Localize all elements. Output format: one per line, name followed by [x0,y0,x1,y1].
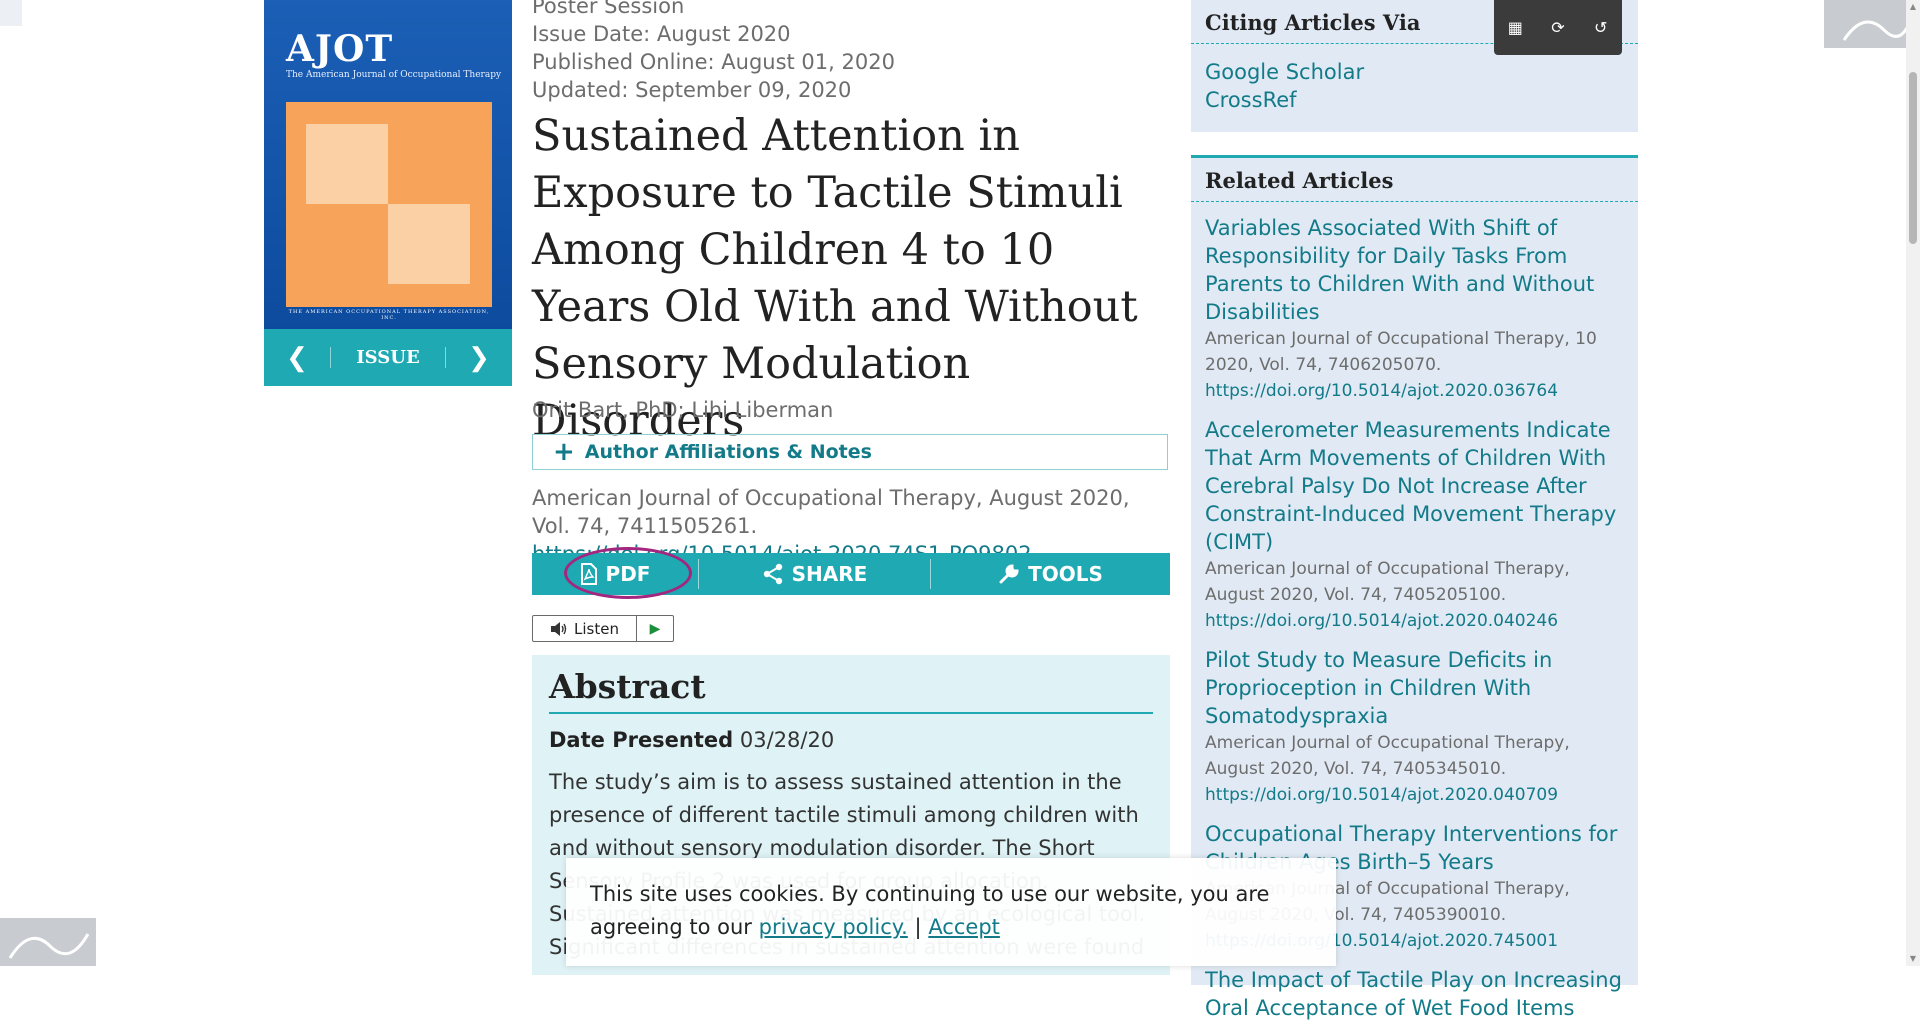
related-article-doi[interactable]: https://doi.org/10.5014/ajot.2020.040709 [1205,782,1624,808]
floating-media-toolbar: ▦ ⟳ ↺ [1494,0,1622,55]
speaker-icon [551,621,567,636]
cover-subtitle: The American Journal of Occupational The… [286,70,502,80]
issue-cover-column: AJOT The American Journal of Occupationa… [264,0,512,386]
related-article-doi[interactable]: https://doi.org/10.5014/ajot.2020.040246 [1205,608,1624,634]
listen-widget[interactable]: Listen ▶ [532,615,674,642]
author-affiliations-toggle[interactable]: + Author Affiliations & Notes [532,434,1168,470]
related-article-title[interactable]: Pilot Study to Measure Deficits in Propr… [1205,646,1624,730]
tools-label: TOOLS [1028,562,1103,586]
date-presented-value: 03/28/20 [739,728,835,752]
next-issue-button[interactable]: ❯ [446,343,512,373]
accept-cookies-link[interactable]: Accept [928,915,1000,939]
color-picker-icon[interactable]: ▦ [1503,18,1527,37]
related-article-meta: American Journal of Occupational Therapy… [1205,329,1597,375]
related-article-meta: American Journal of Occupational Therapy… [1205,733,1570,779]
affiliations-label: Author Affiliations & Notes [584,441,872,463]
published-date: Published Online: August 01, 2020 [532,50,895,74]
pdf-file-icon [580,563,597,585]
share-button[interactable]: SHARE [699,553,930,595]
cookie-separator: | [914,915,922,939]
plus-icon: + [553,437,575,467]
related-article-meta: American Journal of Occupational Therapy… [1205,559,1570,605]
pdf-label: PDF [605,562,651,586]
crossref-link[interactable]: CrossRef [1205,86,1624,114]
author-list: Orit Bart, PhD; Lihi Liberman [532,398,833,422]
issue-date: Issue Date: August 2020 [532,22,791,46]
date-presented: Date Presented 03/28/20 [549,728,1153,752]
google-scholar-link[interactable]: Google Scholar [1205,58,1624,86]
cover-footer: THE AMERICAN OCCUPATIONAL THERAPY ASSOCI… [288,309,490,321]
cover-logo: AJOT [286,28,394,70]
related-article-title[interactable]: Variables Associated With Shift of Respo… [1205,214,1624,326]
tools-button[interactable]: TOOLS [931,553,1170,595]
cover-square-top [306,124,388,204]
citation-text: American Journal of Occupational Therapy… [532,486,1130,538]
pdf-button[interactable]: PDF [532,547,698,599]
privacy-policy-link[interactable]: privacy policy. [759,915,908,939]
cover-square-bottom [388,204,470,284]
scroll-down-icon[interactable]: ▼ [1906,952,1920,966]
article-toolbar: PDF SHARE TOOLS [532,547,1170,599]
page-scrollbar[interactable]: ▲ ▼ [1906,0,1920,966]
corner-decoration-icon [0,918,96,966]
related-article-item: The Impact of Tactile Play on Increasing… [1191,966,1638,1022]
journal-cover-image[interactable]: AJOT The American Journal of Occupationa… [264,0,512,329]
updated-date: Updated: September 09, 2020 [532,78,852,102]
abstract-heading: Abstract [549,667,1153,714]
cover-artwork [286,102,492,307]
cookie-banner: This site uses cookies. By continuing to… [566,858,1336,966]
author-link[interactable]: Orit Bart, PhD [532,398,678,422]
scrollbar-thumb[interactable] [1909,72,1917,244]
share-label: SHARE [791,562,868,586]
listen-button[interactable]: Listen [533,616,637,641]
wrench-icon [999,564,1019,584]
scroll-up-icon[interactable]: ▲ [1906,0,1920,14]
related-article-item: Accelerometer Measurements Indicate That… [1191,416,1638,634]
session-type: Poster Session [532,0,685,18]
prev-issue-button[interactable]: ❮ [264,343,330,373]
corner-thumbnail [0,0,22,26]
date-presented-label: Date Presented [549,728,734,752]
related-article-item: Variables Associated With Shift of Respo… [1191,214,1638,404]
related-article-item: Pilot Study to Measure Deficits in Propr… [1191,646,1638,808]
related-heading: Related Articles [1191,158,1638,202]
rotate-icon[interactable]: ↺ [1589,18,1613,37]
author-link[interactable]: Lihi Liberman [691,398,833,422]
refresh-icon[interactable]: ⟳ [1546,18,1570,37]
share-icon [763,563,782,585]
issue-navigation: ❮ ISSUE ❯ [264,329,512,386]
listen-label: Listen [574,619,619,638]
related-article-title[interactable]: The Impact of Tactile Play on Increasing… [1205,966,1624,1022]
play-icon[interactable]: ▶ [637,621,673,637]
related-article-title[interactable]: Accelerometer Measurements Indicate That… [1205,416,1624,556]
related-article-doi[interactable]: https://doi.org/10.5014/ajot.2020.036764 [1205,378,1624,404]
issue-button[interactable]: ISSUE [330,347,446,368]
author-separator: ; [677,398,685,422]
